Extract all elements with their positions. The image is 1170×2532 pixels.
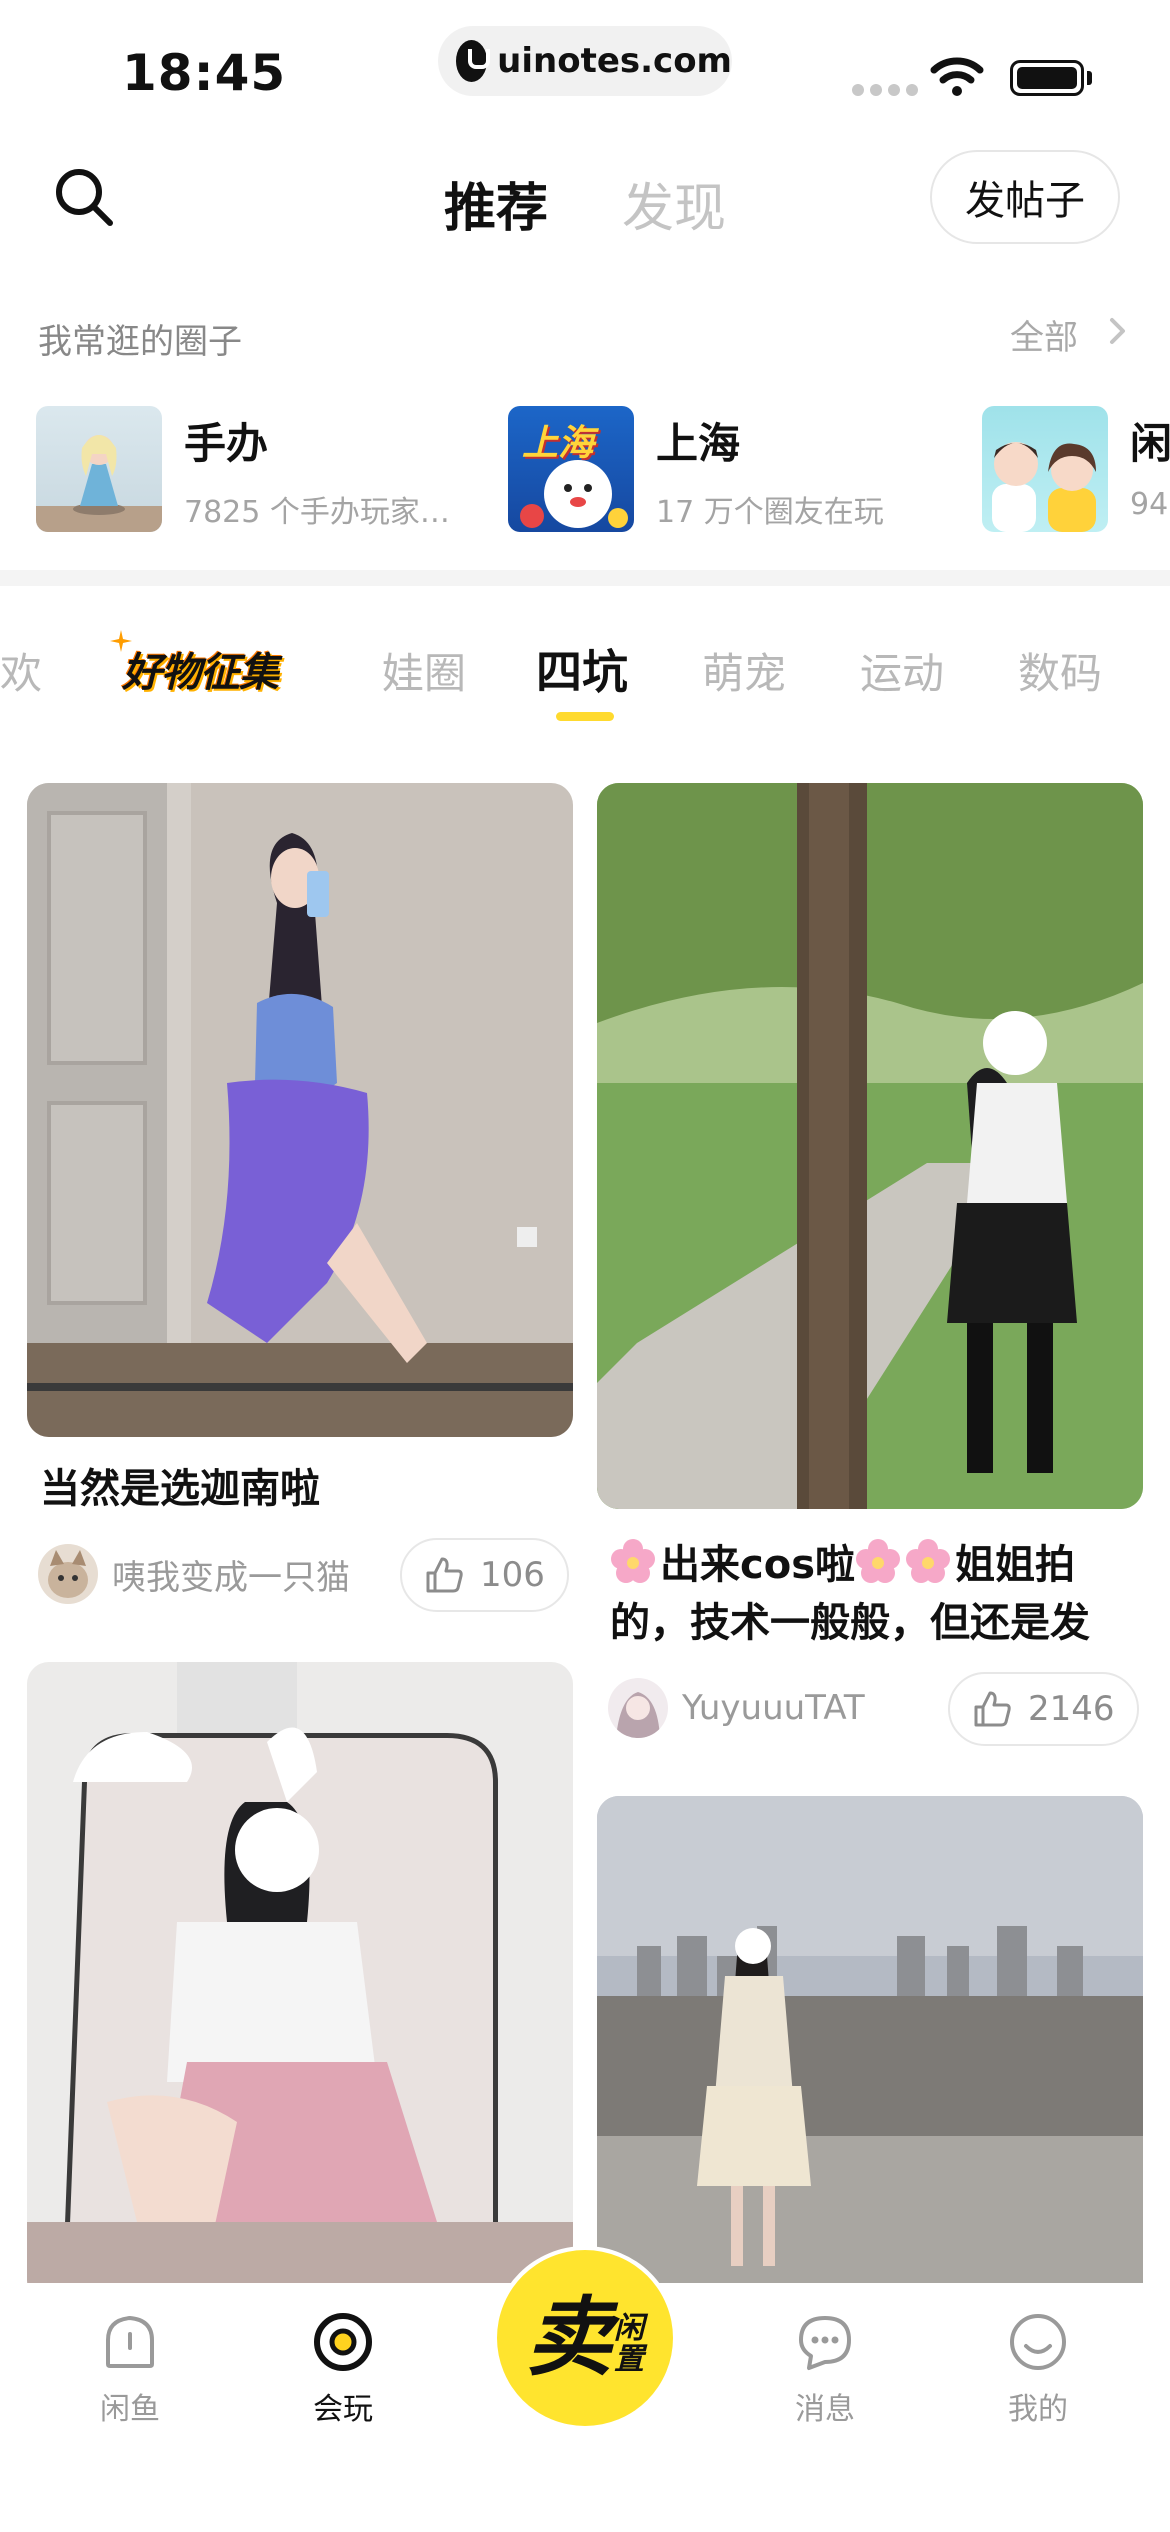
url-pill[interactable]: uinotes.com xyxy=(438,26,732,96)
category-tab[interactable]: 萌宠 xyxy=(702,640,786,701)
category-tab[interactable]: 数码 xyxy=(1018,640,1102,701)
like-button[interactable]: 106 xyxy=(400,1538,569,1612)
circle-item-figures[interactable]: 手办 7825 个手办玩家… xyxy=(36,406,450,532)
nav-label: 我的 xyxy=(1008,2392,1068,2427)
category-tab-active[interactable]: 四坑 xyxy=(536,636,628,702)
like-count: 106 xyxy=(480,1555,545,1595)
circle-item-idle[interactable]: 闲 94 xyxy=(982,406,1170,532)
circle-thumb-label: 上海 xyxy=(522,423,595,464)
circle-thumb-idle xyxy=(982,406,1108,532)
post-title[interactable]: 当然是选迦南啦 xyxy=(40,1460,560,1518)
thumbs-up-icon xyxy=(974,1691,1011,1727)
site-logo-icon xyxy=(456,40,491,82)
section-divider xyxy=(0,570,1170,586)
status-bar: 18:45 uinotes.com xyxy=(0,0,1170,130)
flower-emoji-icon xyxy=(906,1539,950,1583)
category-active-indicator xyxy=(556,712,614,721)
post-image[interactable] xyxy=(27,1662,573,2302)
post-button[interactable]: 发帖子 xyxy=(930,150,1120,244)
category-tab-promo[interactable]: 好物征集 xyxy=(122,640,279,698)
category-tab[interactable]: 运动 xyxy=(860,640,944,701)
wifi-icon xyxy=(930,57,984,96)
battery-icon xyxy=(1010,60,1084,96)
circle-name: 手办 xyxy=(184,419,269,468)
circle-subtitle: 17 万个圈友在玩 xyxy=(656,495,884,530)
tab-recommend[interactable]: 推荐 xyxy=(444,166,548,241)
circle-thumb-shanghai: 上海 xyxy=(508,406,634,532)
nav-item-messages[interactable]: 消息 xyxy=(765,2310,885,2428)
signal-icon xyxy=(852,84,918,96)
circle-thumb-figures xyxy=(36,406,162,532)
url-text: uinotes.com xyxy=(497,41,732,81)
nav-item-xianyu[interactable]: 闲鱼 xyxy=(70,2310,190,2428)
post-image[interactable] xyxy=(597,783,1143,1509)
circle-subtitle: 7825 个手办玩家… xyxy=(184,495,450,530)
chevron-right-icon[interactable] xyxy=(1104,316,1132,346)
battery-tip xyxy=(1087,71,1092,85)
chat-bubble-icon xyxy=(799,2316,851,2370)
flower-emoji-icon xyxy=(856,1539,900,1583)
nav-item-me[interactable]: 我的 xyxy=(978,2310,1098,2428)
author-name: 咦我变成一只猫 xyxy=(112,1557,350,1598)
post-title-line1: 出来cos啦 xyxy=(660,1542,855,1588)
circle-name: 上海 xyxy=(656,419,741,468)
post-author[interactable]: YuyuuuTAT xyxy=(608,1678,865,1738)
search-icon[interactable] xyxy=(52,165,116,229)
post-title-line3: 的，技术一般般，但还是发 xyxy=(610,1600,1090,1646)
post-title[interactable]: 出来cos啦 姐姐拍 的，技术一般般，但还是发 xyxy=(610,1536,1140,1652)
author-name: YuyuuuTAT xyxy=(682,1688,865,1728)
nav-label: 消息 xyxy=(795,2392,855,2427)
circle-name: 闲 xyxy=(1130,419,1170,468)
sell-main-label: 卖 xyxy=(526,2288,612,2388)
category-tab[interactable]: 娃圈 xyxy=(382,640,466,701)
post-title-line2: 姐姐拍 xyxy=(955,1542,1075,1588)
status-time: 18:45 xyxy=(122,44,287,102)
sell-side-char: 闲 xyxy=(614,2310,644,2346)
smiley-face-icon xyxy=(1010,2314,1066,2370)
thumbs-up-icon xyxy=(426,1557,463,1593)
like-count: 2146 xyxy=(1028,1689,1115,1729)
avatar xyxy=(608,1678,668,1738)
nav-label: 闲鱼 xyxy=(100,2392,160,2427)
circles-section-title: 我常逛的圈子 xyxy=(38,322,242,362)
circle-subtitle: 94 xyxy=(1130,487,1169,522)
post-image[interactable] xyxy=(597,1796,1143,2302)
nav-item-huiwan[interactable]: 会玩 xyxy=(283,2310,403,2428)
category-tab[interactable]: 欢 xyxy=(0,640,42,701)
nav-label: 会玩 xyxy=(313,2392,373,2427)
post-author[interactable]: 咦我变成一只猫 xyxy=(38,1544,350,1604)
home-icon xyxy=(106,2316,154,2368)
play-target-icon xyxy=(314,2313,372,2371)
sell-side-char: 置 xyxy=(614,2342,644,2377)
like-button[interactable]: 2146 xyxy=(948,1672,1139,1746)
avatar xyxy=(38,1544,98,1604)
flower-emoji-icon xyxy=(611,1539,655,1583)
circles-all-link[interactable]: 全部 xyxy=(1010,310,1078,359)
circle-item-shanghai[interactable]: 上海 上海 17 万个圈友在玩 xyxy=(508,406,884,532)
sell-side-label: 闲 置 xyxy=(614,2310,644,2377)
tab-discover[interactable]: 发现 xyxy=(622,166,726,241)
sell-button[interactable]: 卖 闲 置 xyxy=(497,2250,673,2426)
post-image[interactable] xyxy=(27,783,573,1437)
